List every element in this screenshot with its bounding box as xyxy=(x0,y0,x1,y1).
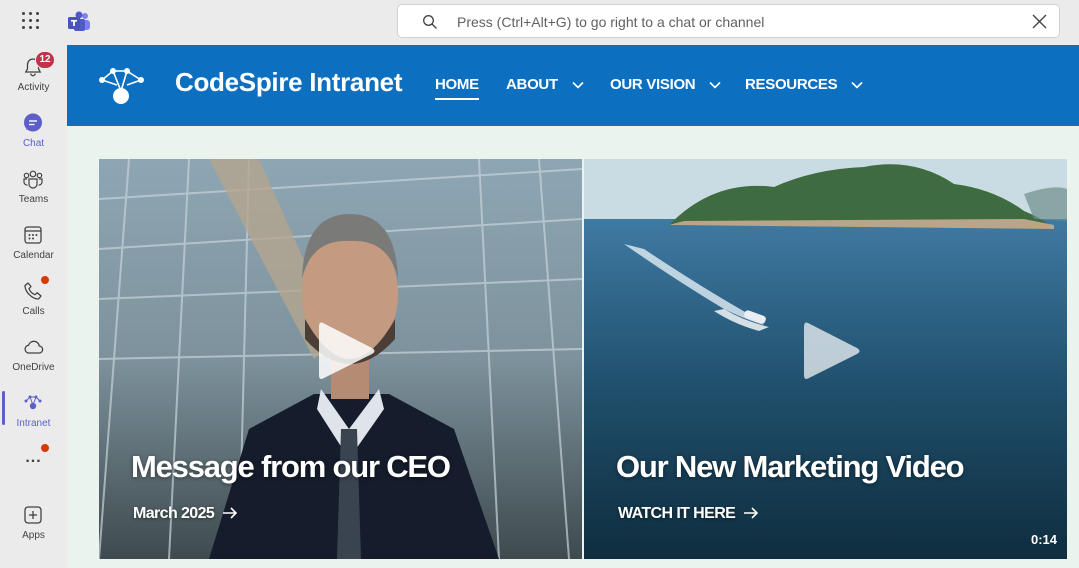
nav-about-label: ABOUT xyxy=(506,76,558,93)
rail-label: Calendar xyxy=(13,250,54,261)
more-options-icon: ... xyxy=(25,449,42,466)
nav-home[interactable]: HOME xyxy=(435,76,479,100)
rail-label: Chat xyxy=(22,138,45,149)
rail-item-onedrive[interactable]: OneDrive xyxy=(0,325,67,379)
rail-label: Activity xyxy=(17,82,50,93)
chat-icon xyxy=(24,113,42,132)
cloud-icon xyxy=(24,340,44,354)
arrow-right-icon xyxy=(744,507,759,519)
video-duration: 0:14 xyxy=(1030,532,1057,547)
rail-item-calendar[interactable]: Calendar xyxy=(0,213,67,267)
rail-item-teams[interactable]: Teams xyxy=(0,157,67,211)
rail-item-apps[interactable]: Apps xyxy=(0,493,67,547)
rail-label: OneDrive xyxy=(12,362,55,373)
rail-item-more[interactable]: ... xyxy=(0,437,67,491)
phone-icon xyxy=(24,282,42,300)
title-bar: Press (Ctrl+Alt+G) to go right to a chat… xyxy=(0,0,1079,45)
add-apps-icon xyxy=(24,506,42,524)
search-placeholder: Press (Ctrl+Alt+G) to go right to a chat… xyxy=(457,14,765,30)
nav-resources-label: RESOURCES xyxy=(745,76,838,93)
search-bar[interactable]: Press (Ctrl+Alt+G) to go right to a chat… xyxy=(397,4,1060,38)
card-link[interactable]: March 2025 xyxy=(133,505,238,523)
nav-our-vision-label: OUR VISION xyxy=(610,76,696,93)
activity-badge: 12 xyxy=(35,51,55,69)
intranet-page: CodeSpire Intranet HOME ABOUT OUR VISION… xyxy=(67,45,1079,568)
app-rail: 12 Activity Chat Teams Calendar Calls On… xyxy=(0,45,67,568)
rail-label: Intranet xyxy=(16,418,51,429)
site-header: CodeSpire Intranet HOME ABOUT OUR VISION… xyxy=(67,45,1079,126)
calls-notification-dot xyxy=(41,276,49,284)
rail-item-chat[interactable]: Chat xyxy=(0,101,67,155)
rail-item-intranet[interactable]: Intranet xyxy=(0,381,67,435)
video-card-ceo[interactable]: Message from our CEO March 2025 xyxy=(99,159,582,559)
app-launcher-icon[interactable] xyxy=(22,12,42,32)
nav-home-label: HOME xyxy=(435,76,479,93)
card-title: Our New Marketing Video xyxy=(616,449,965,484)
codespire-logo-icon[interactable] xyxy=(97,63,149,105)
nav-our-vision[interactable]: OUR VISION xyxy=(610,76,721,93)
calendar-icon xyxy=(24,226,42,244)
chevron-down-icon xyxy=(851,81,863,89)
intranet-app-icon xyxy=(24,395,42,410)
card-link-label: March 2025 xyxy=(133,505,215,522)
rail-item-calls[interactable]: Calls xyxy=(0,269,67,323)
nav-active-underline xyxy=(435,98,479,100)
teams-logo-icon xyxy=(68,11,90,31)
rail-item-activity[interactable]: 12 Activity xyxy=(0,45,67,99)
chevron-down-icon xyxy=(572,81,584,89)
site-title[interactable]: CodeSpire Intranet xyxy=(175,67,403,98)
play-icon[interactable] xyxy=(317,319,377,383)
close-icon[interactable] xyxy=(1032,14,1047,29)
people-icon xyxy=(23,170,43,189)
rail-label: Apps xyxy=(22,530,45,541)
nav-resources[interactable]: RESOURCES xyxy=(745,76,863,93)
rail-label: Teams xyxy=(18,194,49,205)
arrow-right-icon xyxy=(223,507,238,519)
video-card-marketing[interactable]: Our New Marketing Video WATCH IT HERE 0:… xyxy=(584,159,1067,559)
search-icon xyxy=(423,15,437,29)
nav-about[interactable]: ABOUT xyxy=(506,76,584,93)
play-icon[interactable] xyxy=(802,319,862,383)
card-link[interactable]: WATCH IT HERE xyxy=(618,505,759,523)
card-link-label: WATCH IT HERE xyxy=(618,505,736,522)
chevron-down-icon xyxy=(709,81,721,89)
card-title: Message from our CEO xyxy=(131,449,451,484)
rail-label: Calls xyxy=(22,306,45,317)
